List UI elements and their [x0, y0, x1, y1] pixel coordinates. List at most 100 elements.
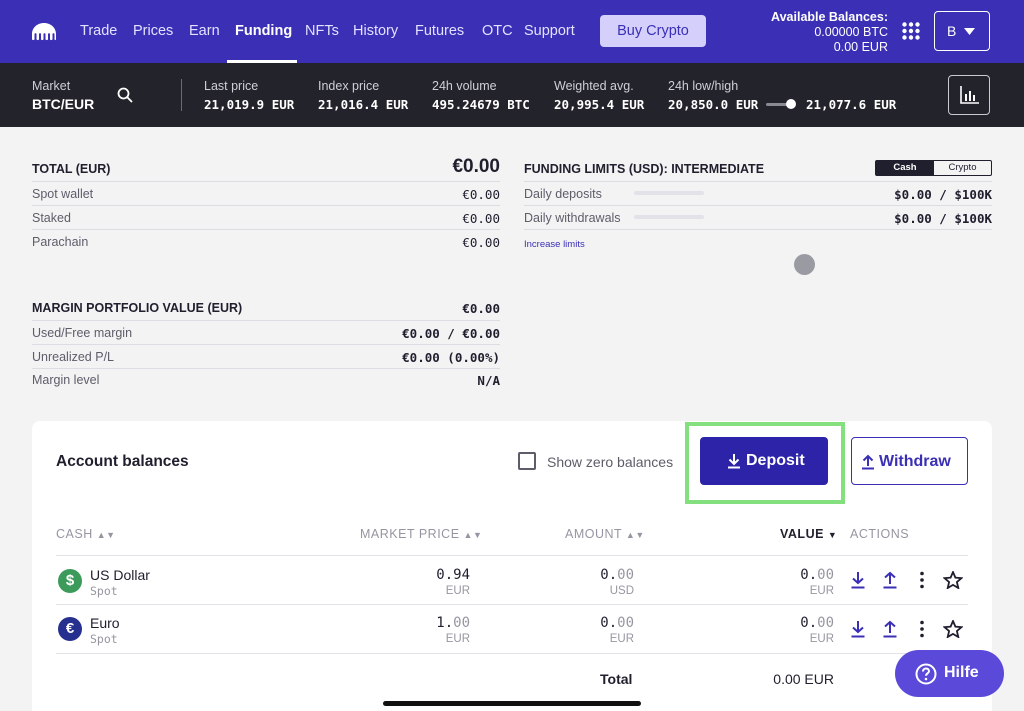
unrealized-pl-value: €0.00 (0.00%): [402, 350, 500, 365]
more-options-icon[interactable]: [914, 571, 930, 589]
home-indicator: [383, 701, 641, 706]
row-divider: [56, 604, 968, 605]
column-header-actions: ACTIONS: [850, 527, 910, 541]
chart-toggle-button[interactable]: [948, 75, 990, 115]
toggle-cash[interactable]: Cash: [876, 161, 934, 175]
toggle-crypto[interactable]: Crypto: [934, 161, 991, 175]
buy-crypto-button[interactable]: Buy Crypto: [600, 15, 706, 47]
withdraw-action-icon[interactable]: [882, 571, 898, 589]
market-price-value: 0.94: [436, 567, 470, 583]
nav-funding[interactable]: Funding: [235, 23, 292, 39]
withdraw-action-icon[interactable]: [882, 620, 898, 638]
more-options-icon[interactable]: [914, 620, 930, 638]
column-header-market-price[interactable]: MARKET PRICE ▲▼: [360, 527, 482, 541]
nav-support[interactable]: Support: [524, 23, 575, 39]
index-price-label: Index price: [318, 79, 380, 93]
nav-history[interactable]: History: [353, 23, 398, 39]
usd-coin-icon: $: [58, 569, 82, 593]
divider: [524, 205, 992, 206]
deposit-label: Deposit: [746, 452, 805, 469]
last-price-label: Last price: [204, 79, 259, 93]
nav-prices[interactable]: Prices: [133, 23, 173, 39]
column-header-cash[interactable]: CASH ▲▼: [56, 527, 116, 541]
chart-icon: [960, 86, 979, 104]
cash-crypto-toggle[interactable]: Cash Crypto: [875, 160, 992, 176]
search-icon[interactable]: [117, 87, 133, 103]
withdraw-label: Withdraw: [879, 453, 951, 470]
currency-type: Spot: [90, 584, 118, 598]
margin-title: MARGIN PORTFOLIO VALUE (EUR): [32, 301, 243, 315]
divider: [524, 229, 992, 230]
nav-futures[interactable]: Futures: [415, 23, 464, 39]
weighted-avg-value: 20,995.4 EUR: [554, 97, 645, 112]
help-button[interactable]: Hilfe: [895, 650, 1004, 697]
parachain-label: Parachain: [32, 235, 89, 249]
deposit-button[interactable]: Deposit: [700, 437, 828, 485]
market-price-unit: EUR: [445, 585, 470, 597]
kraken-logo-icon[interactable]: [31, 22, 57, 42]
row-divider: [56, 653, 968, 654]
deposit-action-icon[interactable]: [850, 620, 866, 638]
column-header-amount[interactable]: AMOUNT ▲▼: [565, 527, 645, 541]
margin-level-label: Margin level: [32, 373, 100, 387]
daily-withdrawals-value: $0.00 / $100K: [894, 211, 992, 226]
nav-otc[interactable]: OTC: [482, 23, 513, 39]
total-label: Total: [600, 671, 633, 687]
used-free-margin-value: €0.00 / €0.00: [402, 326, 500, 341]
withdrawal-limit-bar: [634, 215, 704, 219]
account-menu-button[interactable]: B: [934, 11, 990, 51]
divider: [524, 181, 992, 182]
amount-value: 0.00: [600, 615, 634, 631]
weighted-avg-label: Weighted avg.: [554, 79, 634, 93]
nav-trade[interactable]: Trade: [80, 23, 117, 39]
margin-title-value: €0.00: [462, 301, 500, 316]
header-divider: [56, 555, 968, 556]
market-price-unit: EUR: [445, 633, 470, 645]
amount-value: 0.00: [600, 567, 634, 583]
value-unit: EUR: [809, 633, 834, 645]
staked-value: €0.00: [462, 211, 500, 226]
currency-name: US Dollar: [90, 567, 150, 583]
top-navigation: Trade Prices Earn Funding NFTs History F…: [0, 0, 1024, 63]
account-balances-title: Account balances: [56, 453, 189, 470]
range-indicator: [786, 99, 796, 109]
spot-wallet-label: Spot wallet: [32, 187, 94, 201]
value-unit: EUR: [809, 585, 834, 597]
last-price-value: 21,019.9 EUR: [204, 97, 295, 112]
value-amount: 0.00: [800, 615, 834, 631]
total-amount: €0.00: [452, 156, 500, 177]
star-icon[interactable]: [943, 620, 963, 638]
show-zero-balances-checkbox[interactable]: [518, 452, 536, 470]
star-icon[interactable]: [943, 571, 963, 589]
deposit-limit-bar: [634, 191, 704, 195]
nav-nfts[interactable]: NFTs: [305, 23, 339, 39]
index-price-value: 21,016.4 EUR: [318, 97, 409, 112]
account-balances-card: Account balances Show zero balances Depo…: [32, 421, 992, 711]
daily-withdrawals-label: Daily withdrawals: [524, 211, 621, 225]
deposit-action-icon[interactable]: [850, 571, 866, 589]
available-balances-title: Available Balances:: [771, 10, 888, 24]
show-zero-balances-label[interactable]: Show zero balances: [547, 454, 673, 470]
amount-unit: USD: [609, 585, 634, 597]
low-value: 20,850.0 EUR: [668, 97, 759, 112]
currency-type: Spot: [90, 632, 118, 646]
download-icon: [728, 454, 740, 469]
divider: [32, 344, 500, 345]
caret-down-icon: [964, 28, 975, 35]
unrealized-pl-label: Unrealized P/L: [32, 350, 114, 364]
withdraw-button[interactable]: Withdraw: [851, 437, 968, 485]
apps-grid-icon[interactable]: [902, 22, 920, 40]
upload-icon: [862, 454, 874, 470]
cursor-indicator: [794, 254, 815, 275]
increase-limits-link[interactable]: Increase limits: [524, 239, 585, 250]
nav-earn[interactable]: Earn: [189, 23, 220, 39]
market-bar: Market BTC/EUR Last price 21,019.9 EUR I…: [0, 63, 1024, 127]
divider: [32, 320, 500, 321]
margin-level-value: N/A: [477, 373, 500, 388]
column-header-value[interactable]: VALUE ▼: [780, 527, 837, 541]
total-value: 0.00 EUR: [773, 671, 834, 687]
volume-value: 495.24679 BTC: [432, 97, 530, 112]
balance-eur: 0.00 EUR: [833, 40, 888, 54]
market-pair[interactable]: BTC/EUR: [32, 96, 94, 112]
currency-name: Euro: [90, 615, 120, 631]
